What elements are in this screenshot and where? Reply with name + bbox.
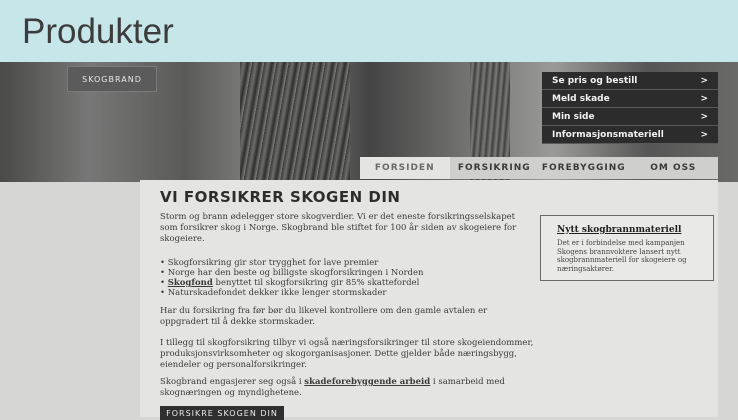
quick-link-label: Se pris og bestill [552,75,638,86]
quick-link-meld-skade[interactable]: Meld skade > [542,90,718,108]
quick-link-label: Informasjonsmateriell [552,129,664,140]
list-item: Norge har den beste og billigste skogfor… [160,268,424,278]
list-item: Skogforsikring gir stor trygghet for lav… [160,258,424,268]
quick-link-min-side[interactable]: Min side > [542,108,718,126]
quick-link-informasjonsmateriell[interactable]: Informasjonsmateriell > [542,126,718,144]
tab-forsikring[interactable]: FORSIKRING [450,157,540,179]
slide-title-bar: Produkter [0,0,738,62]
quick-link-label: Meld skade [552,93,610,104]
forebygging-paragraph: Skogbrand engasjerer seg også i skadefor… [160,377,530,399]
tab-forebygging[interactable]: FOREBYGGING [539,157,629,179]
news-box-title-link[interactable]: Nytt skogbrannmateriell [557,225,681,235]
paragraph-text: Skogbrand engasjerer seg også i [160,377,305,387]
quick-links-menu: Se pris og bestill > Meld skade > Min side… [542,72,718,144]
chevron-right-icon: > [700,129,708,140]
list-item: Skogfond benyttet til skogforsikring gir… [160,278,424,288]
main-nav-tabs: FORSIDEN FORSIKRING FOREBYGGING OM OSS [360,157,718,179]
page-heading: VI FORSIKRER SKOGEN DIN [160,188,401,206]
naeringsforsikring-paragraph: I tillegg til skogforsikring tilbyr vi o… [160,338,534,370]
intro-paragraph: Storm og brann ødelegger store skogverdi… [160,212,517,244]
skadeforebyggende-link[interactable]: skadeforebyggende arbeid [304,377,430,387]
tab-forsiden[interactable]: FORSIDEN [360,157,450,179]
chevron-right-icon: > [700,93,708,104]
chevron-right-icon: > [700,75,708,86]
skogbrand-logo[interactable]: SKOGBRAND [67,66,157,92]
quick-link-label: Min side [552,111,595,122]
list-item: Naturskadefondet dekker ikke lenger stor… [160,288,424,298]
skogfond-link[interactable]: Skogfond [168,278,213,288]
tree-trunk-image [240,62,350,182]
news-box: Nytt skogbrannmateriell Det er i forbind… [540,215,714,281]
quick-link-se-pris[interactable]: Se pris og bestill > [542,72,718,90]
tab-om-oss[interactable]: OM OSS [629,157,719,179]
slide-title: Produkter [22,12,174,51]
list-item-text: benyttet til skogforsikring gir 85% skat… [212,278,420,288]
forsikre-skogen-button[interactable]: FORSIKRE SKOGEN DIN [160,406,284,420]
benefit-list: Skogforsikring gir stor trygghet for lav… [160,258,424,298]
news-box-text: Det er i forbindelse med kampanjen Skoge… [557,239,687,273]
chevron-right-icon: > [700,111,708,122]
stormskader-paragraph: Har du forsikring fra før bør du likevel… [160,306,488,327]
